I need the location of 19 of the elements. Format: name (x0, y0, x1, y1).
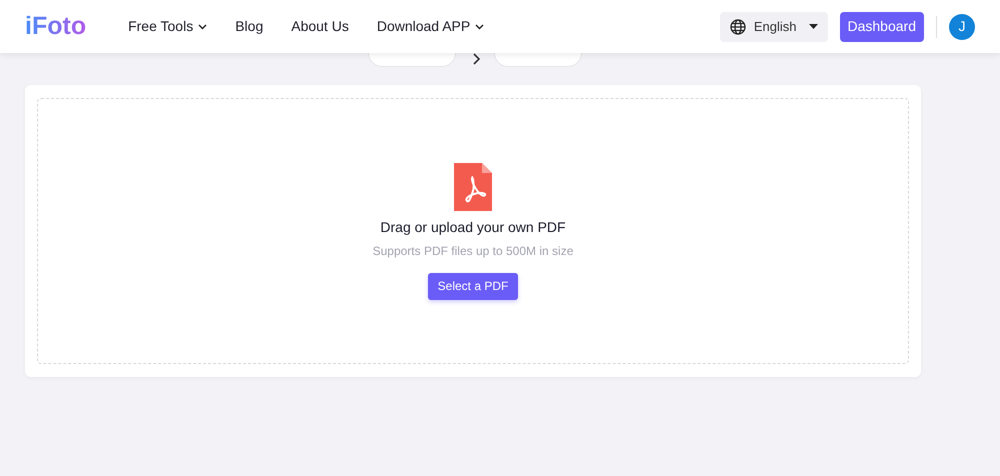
nav-link[interactable]: Blog (235, 16, 264, 37)
dashboard-button[interactable]: Dashboard (840, 12, 924, 42)
drop-zone[interactable]: Drag or upload your own PDF Supports PDF files up to 500M in size Select a PDF (37, 98, 909, 364)
upload-hint: Supports PDF files up to 500M in size (372, 242, 574, 260)
globe-icon (730, 18, 746, 34)
chevron-down-icon (475, 24, 484, 30)
chevron-down-icon (198, 24, 208, 30)
pdf-file-icon (454, 162, 492, 210)
chevron-right-icon (473, 53, 481, 65)
nav-link[interactable]: Free Tools (128, 16, 208, 37)
upload-title: Drag or upload your own PDF (380, 218, 566, 237)
format-pill[interactable] (494, 53, 582, 67)
format-pill[interactable] (368, 53, 456, 67)
nav-link[interactable]: Download APP (376, 16, 484, 37)
select-pdf-button[interactable]: Select a PDF (428, 272, 518, 300)
caret-down-icon (808, 24, 818, 29)
nav-link[interactable]: About Us (291, 16, 349, 37)
avatar[interactable]: J (949, 14, 975, 40)
language-selector[interactable]: English (720, 12, 828, 42)
